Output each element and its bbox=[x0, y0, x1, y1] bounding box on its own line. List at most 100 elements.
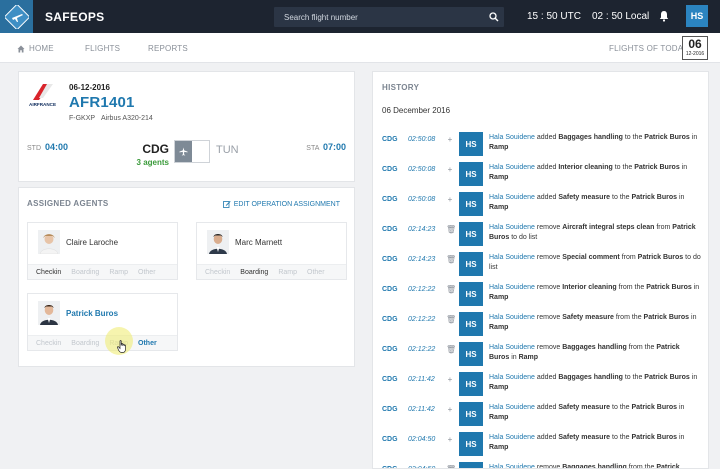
agent-name: Claire Laroche bbox=[66, 238, 119, 247]
agent-photo bbox=[207, 230, 229, 254]
arrival-airport: TUN bbox=[216, 144, 239, 156]
history-title: HISTORY bbox=[382, 83, 420, 92]
nav-home[interactable]: HOME bbox=[17, 44, 54, 53]
role-other[interactable]: Other bbox=[307, 269, 325, 276]
history-user-avatar: HS bbox=[459, 402, 483, 426]
history-user[interactable]: Hala Souidene bbox=[489, 284, 535, 291]
history-prep: from the bbox=[615, 314, 642, 321]
history-suffix: in bbox=[681, 164, 688, 171]
history-item: Safety measure bbox=[562, 314, 614, 321]
user-avatar[interactable]: HS bbox=[686, 5, 708, 27]
edit-operation-assignment-link[interactable]: EDIT OPERATION ASSIGNMENT bbox=[222, 200, 340, 208]
history-entry: CDG02:04:50🗑HSHala Souidene remove Bagga… bbox=[373, 460, 708, 469]
history-prep: from the bbox=[628, 344, 655, 351]
agent-name[interactable]: Patrick Buros bbox=[66, 309, 118, 318]
history-user[interactable]: Hala Souidene bbox=[489, 134, 535, 141]
direction-toggle[interactable] bbox=[174, 140, 210, 163]
history-action: remove bbox=[536, 254, 561, 261]
history-prep: to the bbox=[624, 134, 643, 141]
history-list: CDG 02:50:08 + HS Hala Souidene added Baggag… bbox=[373, 130, 708, 469]
history-time: 02:50:08 bbox=[408, 166, 436, 173]
history-prep: to the bbox=[612, 434, 630, 441]
history-user[interactable]: Hala Souidene bbox=[489, 194, 535, 201]
agent-roles: Checkin Boarding Ramp Other bbox=[28, 335, 177, 350]
history-message: Hala Souidene added Baggages handling to… bbox=[489, 373, 701, 393]
history-item: Interior cleaning bbox=[558, 164, 613, 171]
history-airport: CDG bbox=[382, 136, 398, 143]
airline-logo: AIRFRANCE bbox=[29, 82, 61, 108]
search-box[interactable] bbox=[274, 7, 504, 27]
role-ramp[interactable]: Ramp bbox=[109, 269, 128, 276]
std-time: STD 04:00 bbox=[27, 142, 68, 152]
edit-icon bbox=[222, 201, 231, 208]
history-suffix: in bbox=[678, 434, 685, 441]
history-message: Hala Souidene remove Baggages handling f… bbox=[489, 343, 701, 363]
history-user[interactable]: Hala Souidene bbox=[489, 164, 535, 171]
history-person: Patrick Buros bbox=[646, 284, 692, 291]
role-ramp[interactable]: Ramp bbox=[278, 269, 297, 276]
history-user[interactable]: Hala Souidene bbox=[489, 254, 535, 261]
top-bar: SAFEOPS 15 : 50 UTC 02 : 50 Local HS bbox=[0, 0, 720, 33]
nav-home-label: HOME bbox=[29, 44, 54, 53]
history-entry: CDG 02:12:22 🗑 HS Hala Souidene remove Safet… bbox=[373, 310, 708, 340]
history-user[interactable]: Hala Souidene bbox=[489, 224, 535, 231]
history-action: added bbox=[536, 164, 557, 171]
history-user[interactable]: Hala Souidene bbox=[489, 374, 535, 381]
agent-card[interactable]: Marc Marnett Checkin Boarding Ramp Other bbox=[196, 222, 347, 280]
history-time: 02:12:22 bbox=[408, 286, 436, 293]
history-time: 02:11:42 bbox=[408, 406, 435, 413]
search-icon[interactable] bbox=[484, 12, 504, 22]
role-other[interactable]: Other bbox=[138, 340, 157, 347]
role-boarding[interactable]: Boarding bbox=[71, 269, 99, 276]
history-suffix: in bbox=[691, 374, 698, 381]
history-user[interactable]: Hala Souidene bbox=[489, 344, 535, 351]
history-user-avatar: HS bbox=[459, 192, 483, 216]
history-entry: CDG 02:14:23 🗑 HS Hala Souidene remove Aircr… bbox=[373, 220, 708, 250]
plane-icon bbox=[179, 147, 188, 156]
bell-icon[interactable] bbox=[658, 10, 670, 24]
nav-flights[interactable]: FLIGHTS bbox=[85, 44, 120, 53]
agent-card[interactable]: Patrick Buros Checkin Boarding Ramp Othe… bbox=[27, 293, 178, 351]
search-input[interactable] bbox=[274, 12, 484, 22]
history-user[interactable]: Hala Souidene bbox=[489, 464, 535, 468]
role-other[interactable]: Other bbox=[138, 269, 156, 276]
toggle-knob[interactable] bbox=[175, 141, 192, 162]
history-action: remove bbox=[536, 464, 561, 469]
trash-icon: 🗑 bbox=[446, 465, 456, 468]
history-suffix: in bbox=[678, 194, 685, 201]
history-item: Safety measure bbox=[558, 434, 611, 441]
app-logo[interactable] bbox=[0, 0, 33, 33]
plus-icon: + bbox=[447, 135, 453, 144]
history-time: 02:14:23 bbox=[408, 256, 436, 263]
history-user-avatar: HS bbox=[459, 162, 483, 186]
role-boarding[interactable]: Boarding bbox=[240, 269, 268, 276]
app-name: SAFEOPS bbox=[45, 9, 105, 24]
agent-card[interactable]: Claire Laroche Checkin Boarding Ramp Oth… bbox=[27, 222, 178, 280]
history-entry: CDG 02:50:08 + HS Hala Souidene added Interi… bbox=[373, 160, 708, 190]
role-checkin[interactable]: Checkin bbox=[205, 269, 230, 276]
today-date-picker[interactable]: 06 12-2016 bbox=[682, 36, 708, 60]
nav-bar: HOME FLIGHTS REPORTS FLIGHTS OF TODAY bbox=[0, 33, 720, 63]
agent-photo bbox=[38, 230, 60, 254]
history-card: HISTORY 06 December 2016 CDG 02:50:08 + HS H… bbox=[372, 71, 709, 469]
history-user[interactable]: Hala Souidene bbox=[489, 404, 535, 411]
utc-time: 15 : 50 UTC bbox=[527, 11, 581, 22]
plane-logo-icon bbox=[4, 4, 29, 29]
flight-card: AIRFRANCE 06-12-2016 AFR1401 F-GKXP Airb… bbox=[18, 71, 355, 182]
history-action: remove bbox=[536, 314, 561, 321]
role-checkin[interactable]: Checkin bbox=[36, 340, 61, 347]
history-action: remove bbox=[536, 344, 561, 351]
history-time: 02:50:08 bbox=[408, 196, 436, 203]
trash-icon: 🗑 bbox=[446, 255, 457, 264]
history-user[interactable]: Hala Souidene bbox=[489, 434, 535, 441]
history-user-avatar: HS bbox=[459, 312, 483, 336]
history-user[interactable]: Hala Souidene bbox=[489, 314, 535, 321]
role-checkin[interactable]: Checkin bbox=[36, 269, 61, 276]
nav-flights-today[interactable]: FLIGHTS OF TODAY bbox=[609, 44, 688, 53]
history-person: Patrick Buros bbox=[637, 254, 684, 261]
hand-cursor-icon bbox=[117, 340, 127, 355]
local-time: 02 : 50 Local bbox=[592, 11, 650, 22]
nav-reports[interactable]: REPORTS bbox=[148, 44, 188, 53]
history-time: 02:50:08 bbox=[408, 136, 436, 143]
role-boarding[interactable]: Boarding bbox=[71, 340, 99, 347]
